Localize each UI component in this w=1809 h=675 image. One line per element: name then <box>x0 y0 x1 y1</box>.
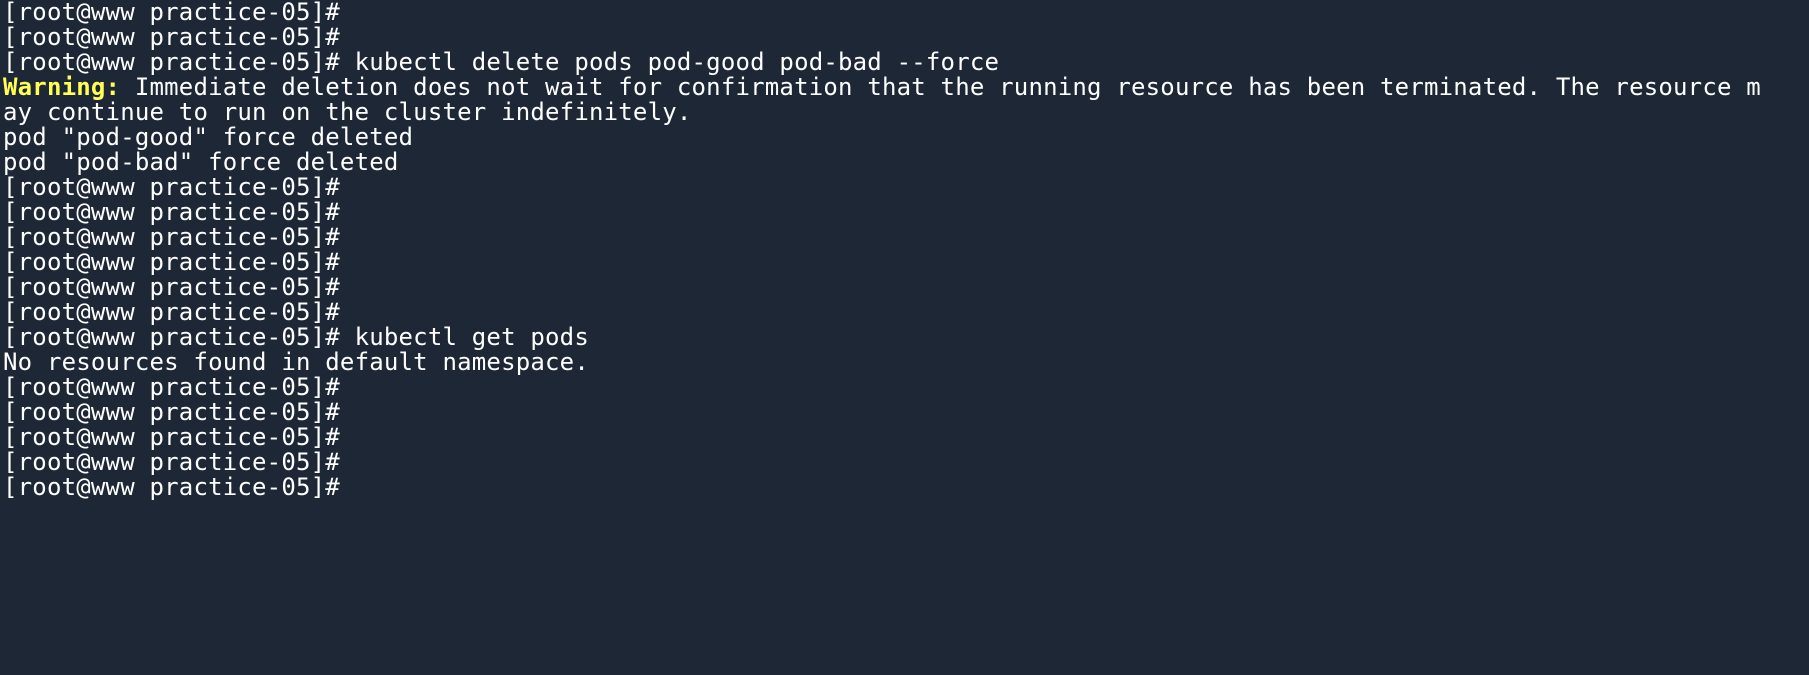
shell-prompt: [root@www practice-05]# <box>3 473 340 501</box>
terminal-line: Warning: Immediate deletion does not wai… <box>3 75 1809 100</box>
terminal-line: [root@www practice-05]# kubectl delete p… <box>3 50 1809 75</box>
terminal-line: [root@www practice-05]# <box>3 225 1809 250</box>
shell-prompt: [root@www practice-05]# <box>3 398 340 426</box>
output-text: pod "pod-bad" force deleted <box>3 148 399 176</box>
shell-prompt: [root@www practice-05]# <box>3 198 340 226</box>
warning-label: Warning: <box>3 73 121 101</box>
terminal-line: [root@www practice-05]# <box>3 275 1809 300</box>
shell-prompt: [root@www practice-05]# <box>3 373 340 401</box>
terminal-line: [root@www practice-05]# <box>3 250 1809 275</box>
output-text: No resources found in default namespace. <box>3 348 589 376</box>
terminal-window[interactable]: [root@www practice-05]# [root@www practi… <box>0 0 1809 675</box>
command-text: kubectl delete pods pod-good pod-bad --f… <box>339 48 1000 76</box>
command-text: kubectl get pods <box>339 323 589 351</box>
shell-prompt: [root@www practice-05]# <box>3 448 340 476</box>
terminal-line: [root@www practice-05]# <box>3 25 1809 50</box>
terminal-line: [root@www practice-05]# <box>3 0 1809 25</box>
terminal-line: [root@www practice-05]# <box>3 200 1809 225</box>
shell-prompt: [root@www practice-05]# <box>3 173 340 201</box>
terminal-line: [root@www practice-05]# <box>3 425 1809 450</box>
shell-prompt: [root@www practice-05]# <box>3 323 340 351</box>
terminal-line: ay continue to run on the cluster indefi… <box>3 100 1809 125</box>
terminal-line: [root@www practice-05]# <box>3 300 1809 325</box>
terminal-line: No resources found in default namespace. <box>3 350 1809 375</box>
shell-prompt: [root@www practice-05]# <box>3 273 340 301</box>
output-text: pod "pod-good" force deleted <box>3 123 414 151</box>
shell-prompt: [root@www practice-05]# <box>3 223 340 251</box>
terminal-line: pod "pod-good" force deleted <box>3 125 1809 150</box>
terminal-line: [root@www practice-05]# <box>3 400 1809 425</box>
terminal-line: [root@www practice-05]# <box>3 450 1809 475</box>
shell-prompt: [root@www practice-05]# <box>3 23 340 51</box>
shell-prompt: [root@www practice-05]# <box>3 248 340 276</box>
output-text: ay continue to run on the cluster indefi… <box>3 98 692 126</box>
terminal-line: [root@www practice-05]# <box>3 375 1809 400</box>
output-text: Immediate deletion does not wait for con… <box>120 73 1761 101</box>
shell-prompt: [root@www practice-05]# <box>3 298 340 326</box>
terminal-line: pod "pod-bad" force deleted <box>3 150 1809 175</box>
terminal-line: [root@www practice-05]# <box>3 475 1809 500</box>
terminal-line: [root@www practice-05]# kubectl get pods <box>3 325 1809 350</box>
terminal-line: [root@www practice-05]# <box>3 175 1809 200</box>
shell-prompt: [root@www practice-05]# <box>3 423 340 451</box>
shell-prompt: [root@www practice-05]# <box>3 48 340 76</box>
